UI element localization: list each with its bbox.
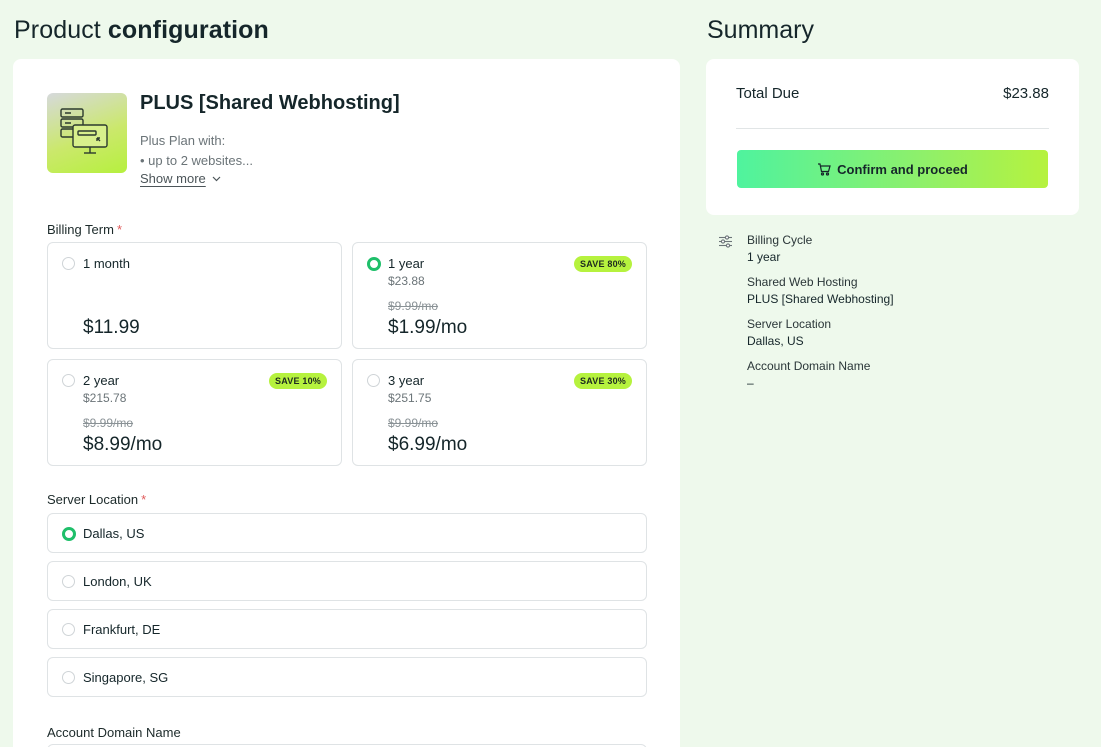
term-name: 2 year bbox=[83, 373, 120, 388]
billing-option-1-year[interactable]: 1 year $23.88 $9.99/mo $1.99/mo SAVE 80% bbox=[352, 242, 647, 349]
location-option-singapore[interactable]: Singapore, SG bbox=[47, 657, 647, 697]
product-config-card: PLUS [Shared Webhosting] Plus Plan with:… bbox=[13, 59, 680, 747]
sliders-icon bbox=[719, 235, 732, 248]
radio-button[interactable] bbox=[62, 623, 75, 636]
summary-card: Total Due $23.88 Confirm and proceed bbox=[706, 59, 1079, 215]
domain-name-label: Account Domain Name bbox=[47, 725, 181, 740]
product-name: PLUS [Shared Webhosting] bbox=[140, 92, 400, 114]
product-image bbox=[47, 93, 127, 173]
chevron-down-icon bbox=[212, 176, 221, 181]
radio-button[interactable] bbox=[62, 374, 75, 387]
radio-button[interactable] bbox=[367, 374, 380, 387]
radio-button[interactable] bbox=[62, 671, 75, 684]
server-location-label: Server Location * bbox=[47, 492, 147, 507]
term-name: 1 year bbox=[388, 256, 425, 271]
detail-billing-cycle: Billing Cycle 1 year bbox=[747, 233, 813, 264]
product-description: Plus Plan with: • up to 2 websites... bbox=[140, 133, 253, 168]
billing-option-1-month[interactable]: 1 month $11.99 bbox=[47, 242, 342, 349]
location-option-london[interactable]: London, UK bbox=[47, 561, 647, 601]
location-option-frankfurt[interactable]: Frankfurt, DE bbox=[47, 609, 647, 649]
term-price: $8.99/mo bbox=[83, 434, 163, 455]
total-due-value: $23.88 bbox=[1003, 85, 1049, 102]
term-old-price: $9.99/mo bbox=[388, 299, 439, 313]
radio-button[interactable] bbox=[62, 575, 75, 588]
detail-shared-web-hosting: Shared Web Hosting PLUS [Shared Webhosti… bbox=[747, 275, 894, 306]
server-monitor-icon bbox=[60, 108, 108, 154]
billing-term-label: Billing Term * bbox=[47, 222, 123, 237]
term-total: $23.88 bbox=[388, 274, 425, 288]
summary-title: Summary bbox=[707, 16, 814, 44]
term-price: $11.99 bbox=[83, 317, 140, 338]
location-name: London, UK bbox=[83, 574, 152, 589]
term-name: 1 month bbox=[83, 256, 130, 271]
location-name: Singapore, SG bbox=[83, 670, 169, 685]
divider bbox=[736, 128, 1049, 129]
billing-option-2-year[interactable]: 2 year $215.78 $9.99/mo $8.99/mo SAVE 10… bbox=[47, 359, 342, 466]
save-badge: SAVE 10% bbox=[269, 373, 327, 389]
total-due-label: Total Due bbox=[736, 85, 800, 102]
location-option-dallas[interactable]: Dallas, US bbox=[47, 513, 647, 553]
location-name: Frankfurt, DE bbox=[83, 622, 161, 637]
detail-server-location: Server Location Dallas, US bbox=[747, 317, 832, 348]
location-name: Dallas, US bbox=[83, 526, 145, 541]
confirm-proceed-button[interactable]: Confirm and proceed bbox=[737, 150, 1048, 188]
term-total: $215.78 bbox=[83, 391, 127, 405]
radio-button-selected[interactable] bbox=[62, 527, 76, 541]
radio-button[interactable] bbox=[62, 257, 75, 270]
save-badge: SAVE 80% bbox=[574, 256, 632, 272]
detail-account-domain-name: Account Domain Name – bbox=[747, 359, 871, 390]
term-total: $251.75 bbox=[388, 391, 432, 405]
term-price: $6.99/mo bbox=[388, 434, 468, 455]
term-old-price: $9.99/mo bbox=[388, 416, 439, 430]
save-badge: SAVE 30% bbox=[574, 373, 632, 389]
term-old-price: $9.99/mo bbox=[83, 416, 134, 430]
page-title: Product configuration bbox=[14, 16, 269, 44]
term-price: $1.99/mo bbox=[388, 317, 468, 338]
billing-option-3-year[interactable]: 3 year $251.75 $9.99/mo $6.99/mo SAVE 30… bbox=[352, 359, 647, 466]
show-more-link[interactable]: Show more bbox=[140, 171, 221, 186]
term-name: 3 year bbox=[388, 373, 425, 388]
radio-button-selected[interactable] bbox=[367, 257, 381, 271]
cart-icon bbox=[818, 162, 831, 176]
